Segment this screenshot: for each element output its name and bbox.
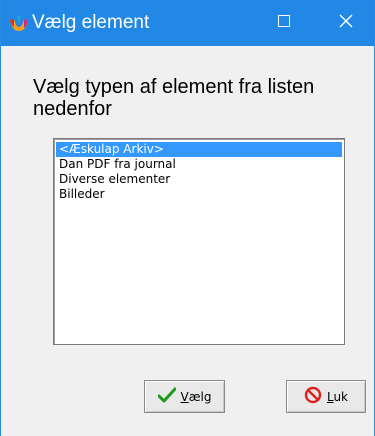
instruction-line-1: Vælg typen af element fra listen bbox=[33, 76, 315, 98]
list-item-diverse[interactable]: Diverse elementer bbox=[56, 172, 342, 187]
maximize-icon bbox=[278, 14, 290, 32]
prohibited-icon bbox=[304, 386, 322, 407]
close-button-label: Luk bbox=[326, 389, 349, 404]
window-title: Vælg element bbox=[32, 12, 150, 33]
maximize-button[interactable] bbox=[255, 0, 313, 46]
instruction-text: Vælg typen af element fra listen nedenfo… bbox=[33, 76, 363, 120]
choose-button[interactable]: Vælg bbox=[144, 380, 225, 413]
app-logo-icon bbox=[9, 14, 29, 32]
list-item-eskulap-arkiv[interactable]: <Æskulap Arkiv> bbox=[56, 142, 342, 157]
choose-button-label: Vælg bbox=[180, 389, 212, 404]
list-item-billeder[interactable]: Billeder bbox=[56, 187, 342, 202]
close-icon bbox=[339, 14, 353, 33]
dialog-window: Vælg element Vælg typen af element fra l… bbox=[0, 0, 375, 436]
title-bar[interactable]: Vælg element bbox=[1, 0, 374, 46]
close-window-button[interactable] bbox=[317, 0, 375, 46]
instruction-line-2: nedenfor bbox=[33, 98, 112, 120]
list-item-dan-pdf[interactable]: Dan PDF fra journal bbox=[56, 157, 342, 172]
close-button[interactable]: Luk bbox=[286, 380, 366, 413]
element-type-list[interactable]: <Æskulap Arkiv> Dan PDF fra journal Dive… bbox=[53, 138, 345, 345]
checkmark-icon bbox=[157, 387, 177, 406]
